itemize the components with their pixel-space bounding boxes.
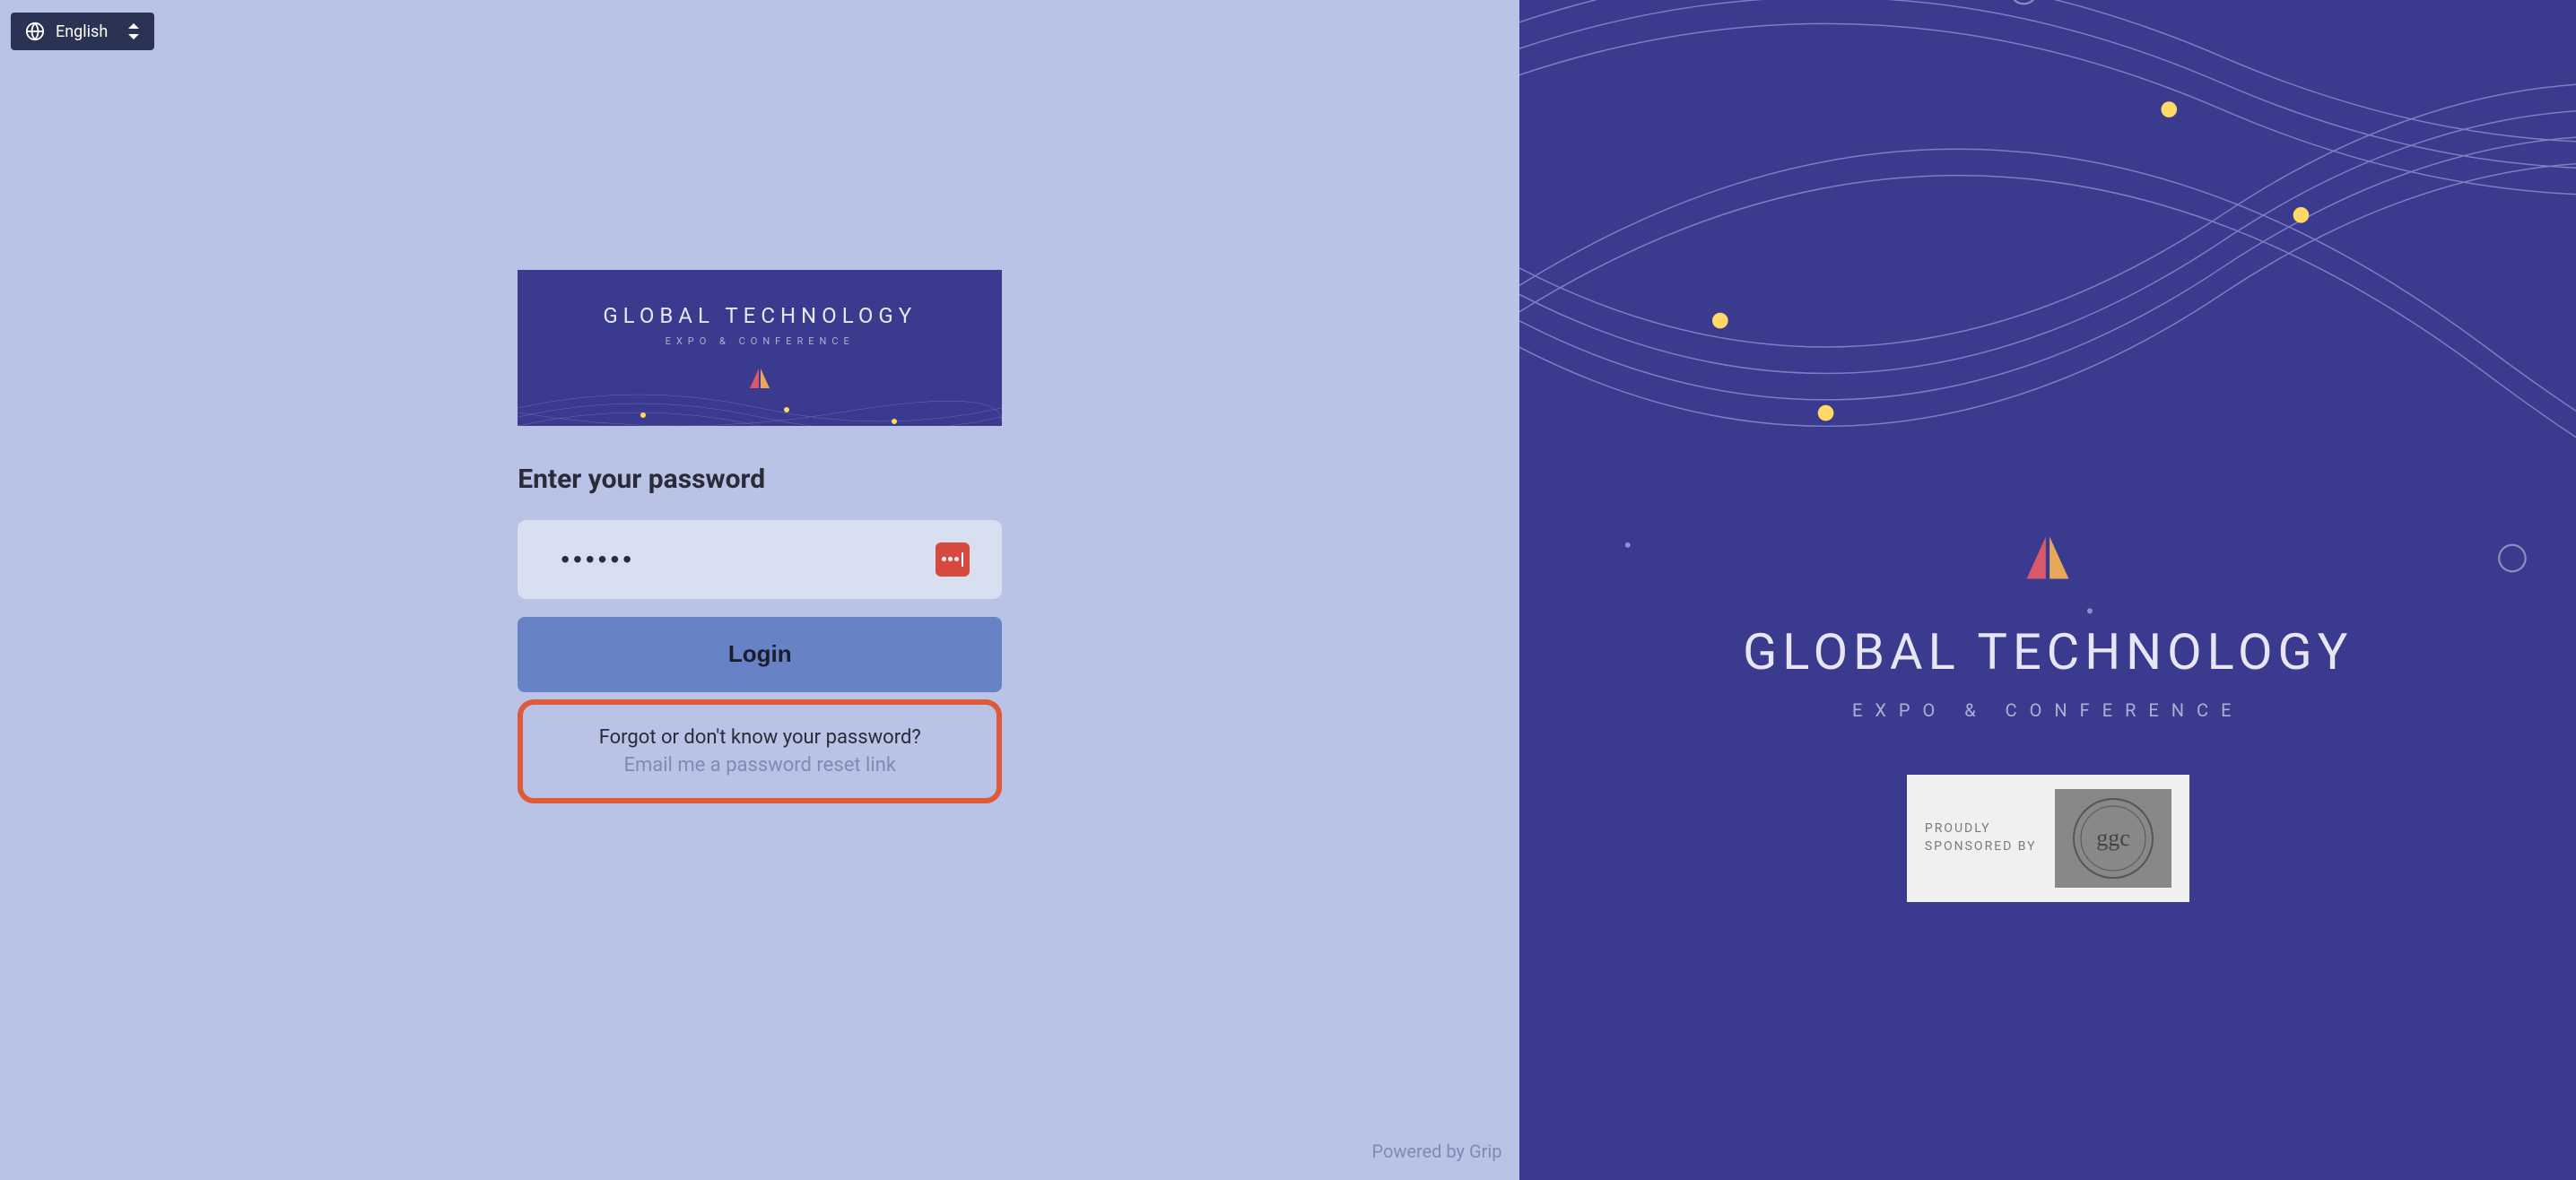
promo-logo-icon xyxy=(2019,529,2076,586)
password-field-wrapper xyxy=(518,520,1002,599)
powered-by-text: Powered by Grip xyxy=(1371,1141,1501,1162)
promo-title: GLOBAL TECHNOLOGY xyxy=(1743,622,2353,681)
sponsor-label: PROUDLY SPONSORED BY xyxy=(1925,820,2037,855)
event-banner: GLOBAL TECHNOLOGY EXPO & CONFERENCE xyxy=(518,270,1002,426)
banner-subtitle: EXPO & CONFERENCE xyxy=(666,335,855,347)
password-manager-icon[interactable] xyxy=(936,542,970,577)
reset-link[interactable]: Email me a password reset link xyxy=(623,754,896,777)
reset-question-text: Forgot or don't know your password? xyxy=(541,726,979,749)
sponsor-box: PROUDLY SPONSORED BY ggc xyxy=(1907,775,2189,902)
banner-title: GLOBAL TECHNOLOGY xyxy=(603,303,917,328)
globe-icon xyxy=(25,22,45,41)
login-card: GLOBAL TECHNOLOGY EXPO & CONFERENCE Ente… xyxy=(518,270,1002,803)
page-heading: Enter your password xyxy=(518,464,1002,495)
promo-subtitle: EXPO & CONFERENCE xyxy=(1852,699,2243,721)
svg-text:ggc: ggc xyxy=(2096,825,2130,851)
promo-panel: GLOBAL TECHNOLOGY EXPO & CONFERENCE PROU… xyxy=(1519,0,2576,1180)
login-panel: English GLOBAL TECHNOLOGY EXPO & CONFER xyxy=(0,0,1519,1180)
language-selector[interactable]: English xyxy=(11,13,154,50)
password-input[interactable] xyxy=(518,520,1002,599)
promo-content: GLOBAL TECHNOLOGY EXPO & CONFERENCE PROU… xyxy=(1743,529,2353,902)
password-reset-box: Forgot or don't know your password? Emai… xyxy=(518,699,1002,803)
chevron-updown-icon xyxy=(127,23,140,39)
banner-logo-icon xyxy=(746,365,773,392)
login-button[interactable]: Login xyxy=(518,617,1002,692)
sponsor-logo: ggc xyxy=(2055,789,2171,888)
language-label: English xyxy=(56,22,108,41)
